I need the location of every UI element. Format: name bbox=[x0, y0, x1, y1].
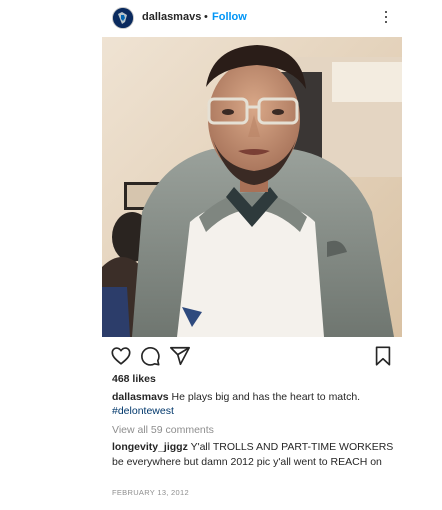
post-header: dallasmavs • Follow bbox=[100, 0, 404, 36]
follow-button[interactable]: Follow bbox=[212, 11, 247, 23]
post-image[interactable] bbox=[102, 37, 402, 337]
mavericks-logo-icon bbox=[113, 8, 133, 28]
separator-dot: • bbox=[204, 11, 208, 23]
post-date: FEBRUARY 13, 2012 bbox=[112, 488, 189, 497]
profile-avatar[interactable] bbox=[112, 7, 134, 29]
bookmark-icon[interactable] bbox=[372, 345, 394, 367]
hashtag-link[interactable]: #delontewest bbox=[112, 405, 174, 417]
more-vertical-icon[interactable] bbox=[380, 9, 392, 25]
caption-text: He plays big and has the heart to match. bbox=[171, 391, 361, 403]
post-caption: dallasmavs He plays big and has the hear… bbox=[112, 390, 397, 404]
post-username[interactable]: dallasmavs bbox=[142, 11, 201, 23]
comment-icon[interactable] bbox=[139, 345, 161, 367]
comment-username[interactable]: longevity_jiggz bbox=[112, 441, 188, 453]
caption-username[interactable]: dallasmavs bbox=[112, 391, 169, 403]
send-icon[interactable] bbox=[169, 345, 191, 367]
comment-item: longevity_jiggz Y'all TROLLS AND PART-TI… bbox=[112, 440, 397, 470]
likes-count[interactable]: 468 likes bbox=[112, 373, 156, 385]
post-actions-bar bbox=[102, 345, 402, 367]
heart-icon[interactable] bbox=[110, 345, 132, 367]
view-all-comments-link[interactable]: View all 59 comments bbox=[112, 424, 214, 436]
